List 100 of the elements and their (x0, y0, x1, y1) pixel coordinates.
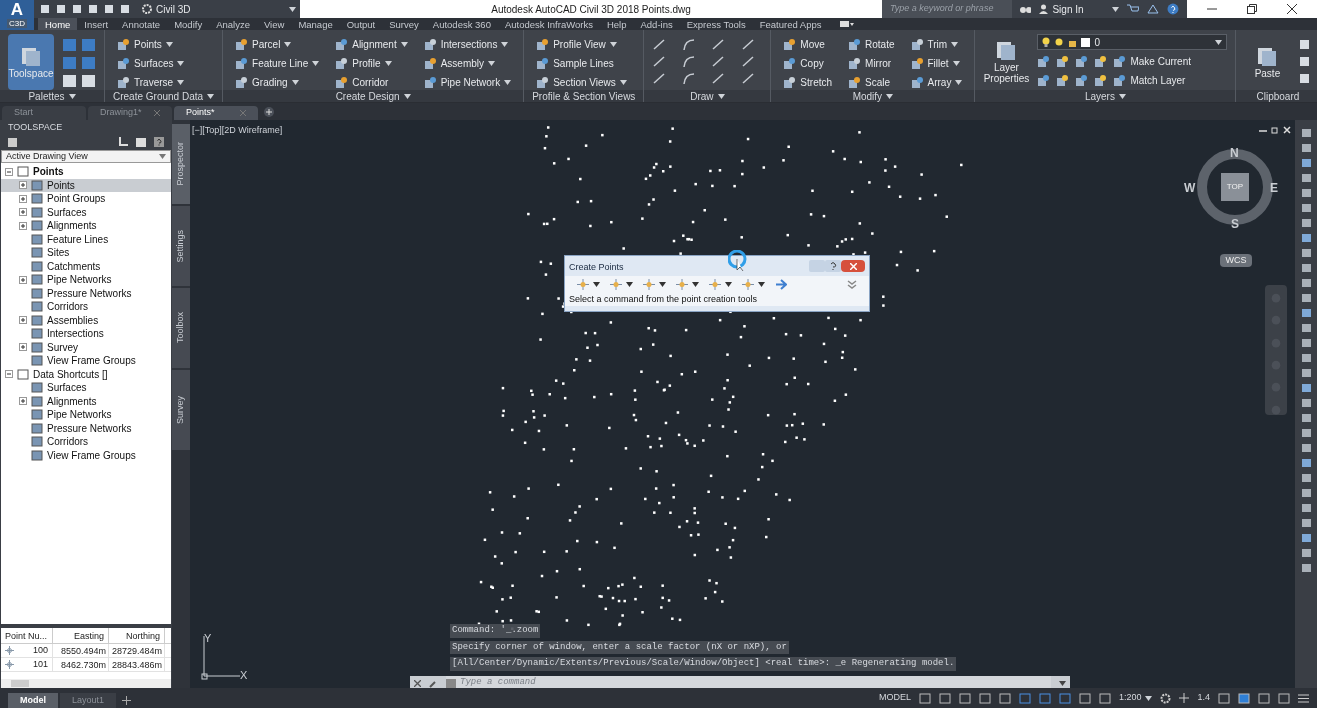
toolbar-tool-icon[interactable] (1300, 383, 1312, 393)
toolbar-tool-icon[interactable] (1300, 458, 1312, 468)
tool-button[interactable]: Intersections (419, 36, 516, 52)
status-toggle-icon[interactable] (1018, 692, 1031, 704)
draw-tool-icon[interactable] (681, 38, 696, 51)
tree-item[interactable]: Catchments (1, 259, 171, 273)
large-tool-button[interactable]: Paste (1244, 34, 1291, 90)
panel-title[interactable]: Create Ground Data (105, 90, 223, 102)
expand-icon[interactable] (19, 343, 27, 352)
point-tool-button[interactable] (742, 278, 765, 290)
tool-button[interactable]: Scale (844, 74, 899, 90)
tree-item[interactable]: Corridors (1, 300, 171, 314)
side-tab[interactable]: Settings (172, 206, 190, 286)
collapse-icon[interactable] (5, 167, 13, 176)
ribbon-tab[interactable]: Help (599, 18, 634, 30)
tool-button[interactable]: Traverse (113, 74, 189, 90)
tool-button[interactable]: Stretch (779, 74, 837, 90)
binoculars-icon[interactable] (1019, 4, 1032, 14)
toolbar-tool-icon[interactable] (1300, 323, 1312, 333)
tree-item[interactable]: Feature Lines (1, 232, 171, 246)
tool-button[interactable]: Parcel (231, 36, 324, 52)
toolbar-tool-icon[interactable] (1300, 428, 1312, 438)
square-icon[interactable] (8, 137, 17, 147)
tool-icon[interactable] (235, 56, 249, 70)
tool-button[interactable]: Pipe Network (419, 74, 516, 90)
toolbar-tool-icon[interactable] (1300, 398, 1312, 408)
draw-tool-icon[interactable] (681, 55, 696, 68)
tool-icon[interactable] (1037, 73, 1051, 87)
document-tab[interactable]: Drawing1* (88, 106, 172, 120)
tool-icon[interactable] (910, 37, 924, 51)
tree-item[interactable]: Points (1, 165, 171, 179)
panel-title[interactable]: Palettes (0, 90, 104, 102)
ribbon-tab[interactable]: Home (38, 18, 78, 30)
help-icon[interactable] (154, 137, 164, 147)
restore-icon[interactable] (1271, 126, 1279, 134)
toolbar-tool-icon[interactable] (1300, 518, 1312, 528)
tool-icon[interactable] (536, 75, 550, 89)
tool-icon[interactable] (1075, 54, 1089, 68)
expand-chevron-icon[interactable] (847, 279, 857, 289)
tool-icon[interactable] (117, 37, 130, 51)
tool-button[interactable]: Match Layer (1113, 72, 1186, 88)
toolbar-tool-icon[interactable] (1300, 368, 1312, 378)
status-toggle-icon[interactable] (978, 692, 991, 704)
tree-item[interactable]: Pipe Networks (1, 408, 171, 422)
tool-button[interactable]: Assembly (419, 55, 516, 71)
expand-icon[interactable] (19, 194, 27, 203)
point-tool-button[interactable] (709, 278, 732, 290)
tool-icon[interactable] (1056, 73, 1070, 87)
model-space-toggle[interactable]: MODEL (878, 691, 911, 705)
status-toggle-icon[interactable] (1278, 692, 1290, 704)
draw-tool-icon[interactable] (740, 72, 755, 85)
point-tool-button[interactable] (676, 278, 699, 290)
status-toggle-icon[interactable] (1058, 692, 1071, 704)
toolbar-tool-icon[interactable] (1300, 278, 1312, 288)
view-dropdown[interactable]: Active Drawing View (1, 150, 171, 163)
tool-icon[interactable] (335, 56, 349, 70)
toolbar-tool-icon[interactable] (1300, 128, 1312, 138)
toolbar-tool-icon[interactable] (1300, 533, 1312, 543)
draw-tool-icon[interactable] (740, 55, 755, 68)
ribbon-tab[interactable]: Manage (291, 18, 340, 30)
toolbar-tool-icon[interactable] (1300, 218, 1312, 228)
tool-icon[interactable] (1056, 54, 1070, 68)
toolbar-tool-icon[interactable] (1300, 248, 1312, 258)
application-menu-button[interactable]: A C3D (0, 0, 34, 30)
expand-icon[interactable] (19, 397, 27, 406)
sign-in-button[interactable]: Sign In (1039, 1, 1120, 17)
add-layout-icon[interactable] (122, 696, 132, 705)
tool-icon[interactable] (1094, 73, 1108, 87)
toolbar-tool-icon[interactable] (1300, 293, 1312, 303)
side-tab[interactable]: Survey (172, 370, 190, 450)
side-tab[interactable]: Toolbox (172, 288, 190, 368)
tool-button[interactable]: Array (906, 74, 967, 90)
tool-button[interactable]: Trim (906, 36, 967, 52)
tool-icon[interactable] (783, 37, 797, 51)
draw-tool-icon[interactable] (681, 72, 696, 85)
tool-button[interactable]: Copy (779, 55, 837, 71)
tool-icon[interactable] (536, 37, 550, 51)
toolbar-tool-icon[interactable] (1300, 263, 1312, 273)
tool-button[interactable]: Fillet (906, 55, 967, 71)
expand-icon[interactable] (19, 208, 27, 217)
tool-button[interactable]: Make Current (1113, 53, 1191, 69)
tool-button[interactable]: Points (113, 36, 189, 52)
tree-item[interactable]: Intersections (1, 327, 171, 341)
status-toggle-icon[interactable] (1078, 692, 1091, 704)
ribbon-tab[interactable]: Featured Apps (752, 18, 829, 30)
document-tab[interactable]: Points* (174, 106, 258, 120)
large-tool-button[interactable]: Layer Properties (983, 34, 1030, 90)
status-toggle-icon[interactable] (1098, 692, 1111, 704)
window-icon[interactable] (136, 137, 146, 147)
tool-icon[interactable] (783, 75, 797, 89)
tool-icon[interactable] (1113, 54, 1127, 68)
tool-button[interactable]: Grading (231, 74, 324, 90)
tree-item[interactable]: Sites (1, 246, 171, 260)
tool-button[interactable]: Move (779, 36, 837, 52)
status-toggle-icon[interactable] (1218, 692, 1230, 704)
point-tool-button[interactable] (577, 278, 600, 290)
tree-item[interactable]: Point Groups (1, 192, 171, 206)
tool-button[interactable]: Rotate (844, 36, 899, 52)
tool-icon[interactable] (235, 37, 249, 51)
tool-icon[interactable] (848, 75, 862, 89)
